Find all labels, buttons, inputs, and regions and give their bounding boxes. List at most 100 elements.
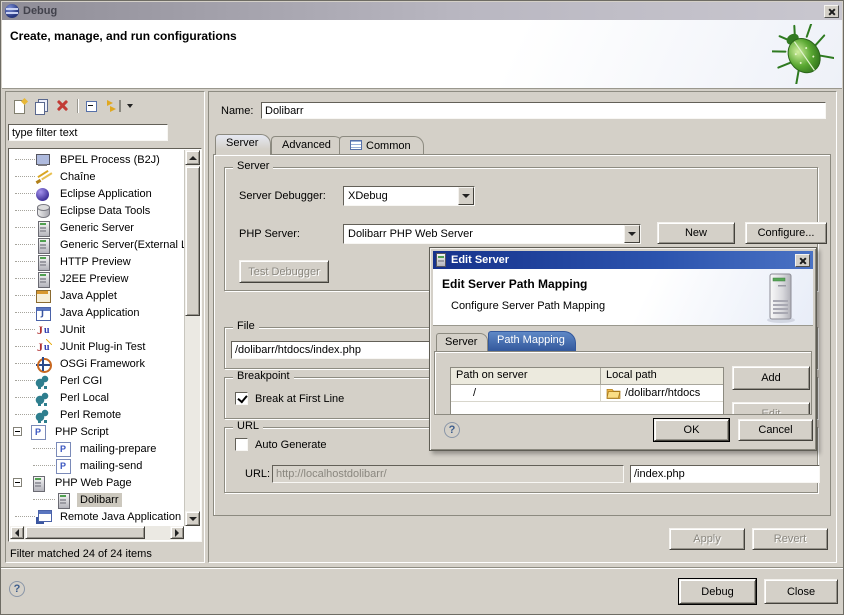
add-mapping-button[interactable]: Add [732,366,810,390]
server-icon [35,254,52,270]
filter-input[interactable] [8,124,168,141]
break-first-line-checkbox[interactable] [235,392,248,405]
tree-horizontal-scrollbar[interactable] [10,526,184,540]
collapse-toggle-icon[interactable] [13,427,22,436]
column-local-path[interactable]: Local path [601,368,723,384]
url-label: URL: [245,468,270,480]
edit-server-subheading: Configure Server Path Mapping [451,300,605,312]
tree-item-mailing-prepare[interactable]: mailing-prepare [9,440,184,457]
help-icon[interactable]: ? [9,581,25,597]
quill-pens-icon [35,169,52,185]
tree-item-label: Chaîne [57,170,98,184]
cancel-button[interactable]: Cancel [738,419,813,441]
name-input[interactable] [261,102,826,119]
tree-item-label: PHP Script [52,425,112,439]
tree-item-php-web-page[interactable]: PHP Web Page [9,474,184,491]
tab-server[interactable]: Server [215,134,271,155]
tree-item-bpel-process-b2j[interactable]: BPEL Process (B2J) [9,151,184,168]
scroll-down-icon[interactable] [185,511,200,526]
duplicate-configuration-icon[interactable] [33,98,50,114]
scroll-up-icon[interactable] [185,150,200,165]
tree-item-osgi-framework[interactable]: OSGi Framework [9,355,184,372]
scroll-right-icon[interactable] [170,526,184,539]
camel-icon [35,390,52,406]
tree-item-label: OSGi Framework [57,357,148,371]
tree-item-http-preview[interactable]: HTTP Preview [9,253,184,270]
tree-item-perl-cgi[interactable]: Perl CGI [9,372,184,389]
tree-connector [15,295,35,296]
test-debugger-button[interactable]: Test Debugger [239,260,329,283]
dialog-help-icon[interactable]: ? [444,422,460,438]
edit-mapping-button[interactable]: Edit [732,402,810,415]
tree-item-php-script[interactable]: PHP Script [9,423,184,440]
window-close-button[interactable] [824,5,839,18]
chevron-down-icon[interactable] [458,187,474,205]
tree-item-j2ee-preview[interactable]: J2EE Preview [9,270,184,287]
tab-common-label: Common [366,140,411,152]
server-tower-icon [765,272,797,324]
edit-server-close-button[interactable] [795,254,810,267]
tree-item-label: mailing-send [77,459,145,473]
tree-item-junit[interactable]: JUnit [9,321,184,338]
tree-item-eclipse-data-tools[interactable]: Eclipse Data Tools [9,202,184,219]
tree-item-java-application[interactable]: Java Application [9,304,184,321]
banner-heading: Create, manage, and run configurations [10,29,237,43]
tree-item-perl-remote[interactable]: Perl Remote [9,406,184,423]
edit-server-titlebar: Edit Server [433,251,813,269]
collapse-all-icon[interactable] [84,98,101,114]
tree-item-dolibarr[interactable]: Dolibarr [9,491,184,508]
tree-item-cha-ne[interactable]: Chaîne [9,168,184,185]
table-row[interactable]: / /dolibarr/htdocs [451,385,723,402]
tree-connector [15,244,35,245]
server-icon [30,475,47,491]
apply-button[interactable]: Apply [669,528,745,550]
filter-launch-icon[interactable] [105,98,122,114]
tree-item-label: Java Applet [57,289,120,303]
close-button[interactable]: Close [764,579,838,604]
tab-common[interactable]: Common [339,136,424,155]
tree-connector [15,159,35,160]
tree-connector [15,329,35,330]
tree-item-eclipse-application[interactable]: Eclipse Application [9,185,184,202]
chevron-down-icon[interactable] [624,225,640,243]
tab-advanced[interactable]: Advanced [271,136,344,155]
tree-connector [15,363,35,364]
vertical-scroll-thumb[interactable] [185,166,200,316]
delete-configuration-icon[interactable] [54,98,71,114]
php-server-select[interactable]: Dolibarr PHP Web Server [343,224,641,244]
edit-server-dialog: Edit Server Edit Server Path Mapping Con… [429,247,817,451]
horizontal-scroll-thumb[interactable] [25,526,145,539]
dialog-tab-server[interactable]: Server [436,333,488,351]
tree-item-java-applet[interactable]: Java Applet [9,287,184,304]
configure-server-button[interactable]: Configure... [745,222,827,244]
url-path-input[interactable] [630,465,820,483]
tree-item-mailing-send[interactable]: mailing-send [9,457,184,474]
path-mapping-table[interactable]: Path on server Local path / /dolibarr/ht… [450,367,724,415]
edit-server-header: Edit Server Path Mapping Configure Serve… [433,269,813,326]
new-server-button[interactable]: New [657,222,735,244]
junit-icon [35,322,52,338]
ok-button[interactable]: OK [654,419,729,441]
tree-item-generic-server[interactable]: Generic Server [9,219,184,236]
php-server-label: PHP Server: [239,228,300,240]
table-header-row: Path on server Local path [451,368,723,385]
server-group-legend: Server [233,160,273,172]
scroll-left-icon[interactable] [10,526,24,539]
tree-vertical-scrollbar[interactable] [184,150,200,526]
tree-item-label: Eclipse Application [57,187,155,201]
debug-button[interactable]: Debug [679,579,756,604]
dialog-tab-server-label: Server [445,336,477,348]
revert-button[interactable]: Revert [752,528,828,550]
tree-item-remote-java-application[interactable]: Remote Java Application [9,508,184,525]
auto-generate-checkbox[interactable] [235,438,248,451]
tree-item-junit-plug-in-test[interactable]: JUnit Plug-in Test [9,338,184,355]
column-path-on-server[interactable]: Path on server [451,368,601,384]
tree-item-generic-server-external-la[interactable]: Generic Server(External La [9,236,184,253]
table-row-empty [451,402,723,415]
server-debugger-select[interactable]: XDebug [343,186,475,206]
tree-item-perl-local[interactable]: Perl Local [9,389,184,406]
toolbar-menu-caret-icon[interactable] [127,104,133,108]
collapse-toggle-icon[interactable] [13,478,22,487]
new-configuration-icon[interactable] [12,98,29,114]
dialog-tab-path-mapping[interactable]: Path Mapping [488,331,576,351]
